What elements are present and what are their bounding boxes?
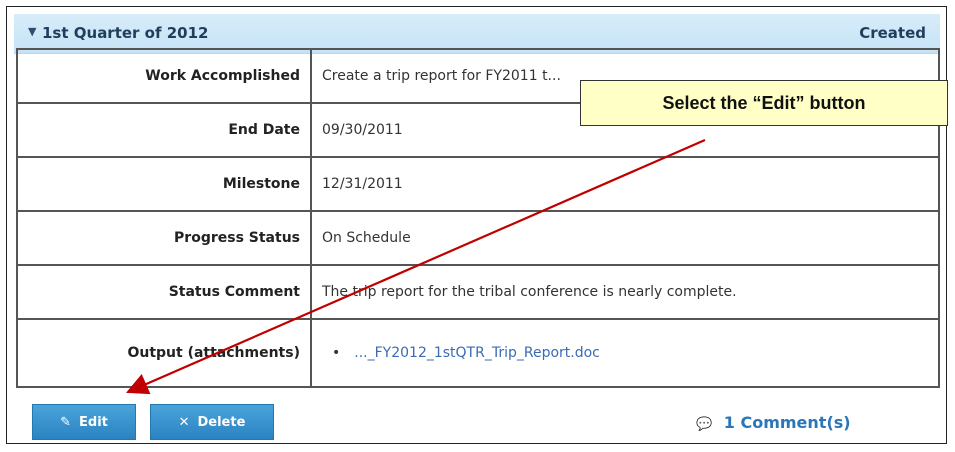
callout-text: Select the “Edit” button: [662, 92, 866, 113]
instruction-callout: Select the “Edit” button: [580, 80, 948, 126]
arrow-line: [125, 138, 706, 395]
callout-arrow: [125, 138, 706, 395]
